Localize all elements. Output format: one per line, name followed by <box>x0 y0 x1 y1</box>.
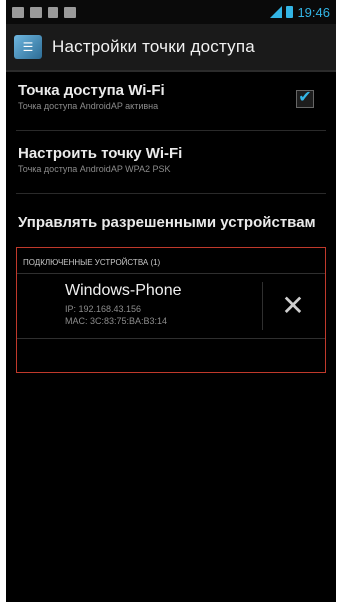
play-icon <box>48 6 58 18</box>
device-name: Windows-Phone <box>65 282 182 299</box>
status-bar: 19:46 <box>6 0 336 24</box>
hotspot-checkbox[interactable]: ✔ <box>296 90 314 108</box>
action-bar: ☰ Настройки точки доступа <box>6 24 336 72</box>
phone-screen: 19:46 ☰ Настройки точки доступа Точка до… <box>6 0 336 602</box>
clock: 19:46 <box>297 4 330 20</box>
notification-icons <box>12 6 76 18</box>
signal-icon <box>270 6 283 18</box>
battery-icon <box>286 6 294 18</box>
settings-app-icon[interactable]: ☰ <box>14 35 42 59</box>
email-icon <box>64 6 76 18</box>
page-title: Настройки точки доступа <box>52 37 255 56</box>
pref-configure-hotspot[interactable]: Настроить точку Wi-Fi Точка доступа Andr… <box>6 131 336 193</box>
pref-wifi-hotspot[interactable]: Точка доступа Wi-Fi Точка доступа Androi… <box>6 72 336 130</box>
pref-summary: Точка доступа AndroidAP активна <box>18 101 159 111</box>
manage-allowed-devices[interactable]: Управлять разрешенными устройствам <box>6 194 336 247</box>
device-row[interactable]: Windows-Phone IP: 192.168.43.156 MAC: 3C… <box>17 274 325 339</box>
notification-icon <box>12 6 24 18</box>
pref-title: Настроить точку Wi-Fi <box>18 145 183 162</box>
pref-title: Точка доступа Wi-Fi <box>18 82 165 99</box>
device-ip: IP: 192.168.43.156 <box>65 304 142 314</box>
device-mac: MAC: 3C:83:75:BA:B3:14 <box>65 316 168 326</box>
pref-summary: Точка доступа AndroidAP WPA2 PSK <box>18 164 171 174</box>
image-icon <box>30 6 42 18</box>
divider <box>262 282 263 330</box>
system-icons: 19:46 <box>270 5 330 20</box>
close-icon[interactable]: ✕ <box>275 288 311 324</box>
connected-devices-section: ПОДКЛЮЧЕННЫЕ УСТРОЙСТВА (1) Windows-Phon… <box>16 247 326 373</box>
section-header: ПОДКЛЮЧЕННЫЕ УСТРОЙСТВА (1) <box>17 248 325 274</box>
